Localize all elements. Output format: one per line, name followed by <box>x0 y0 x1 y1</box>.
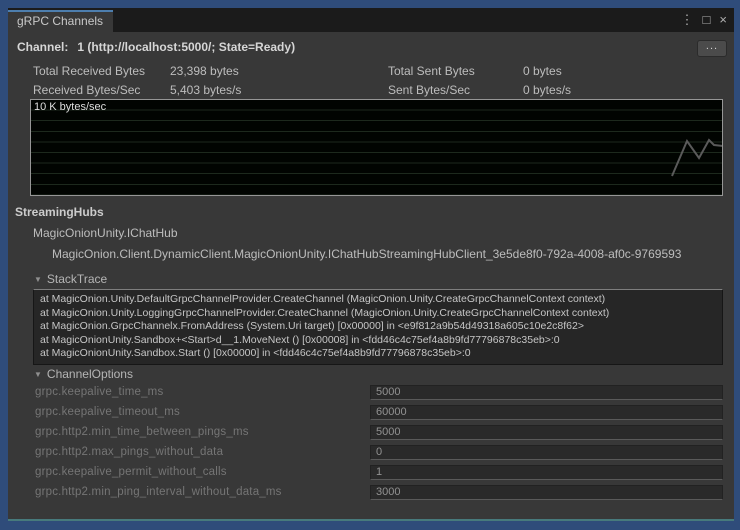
window-controls: ⋮ □ × <box>681 11 727 29</box>
sent-bytes-sec-value: 0 bytes/s <box>523 83 572 97</box>
throughput-graph: 10 K bytes/sec <box>30 99 723 196</box>
streaming-hub-interface: MagicOnionUnity.IChatHub <box>33 226 178 240</box>
option-row: grpc.keepalive_timeout_ms 60000 <box>8 405 734 421</box>
received-bytes-sec-value: 5,403 bytes/s <box>170 83 242 97</box>
stacktrace-line: at MagicOnion.Unity.DefaultGrpcChannelPr… <box>40 293 606 305</box>
option-label: grpc.keepalive_time_ms <box>35 386 164 398</box>
tab-bar: gRPC Channels ⋮ □ × <box>8 8 734 32</box>
channel-header: Channel: 1 (http://localhost:5000/; State… <box>17 40 295 54</box>
total-received-bytes-label: Total Received Bytes <box>33 64 146 78</box>
option-field-min-time-between-pings-ms[interactable]: 5000 <box>370 425 723 440</box>
option-row: grpc.keepalive_time_ms 5000 <box>8 385 734 401</box>
close-icon[interactable]: × <box>719 11 727 29</box>
throughput-sparkline <box>671 138 722 177</box>
option-row: grpc.http2.min_ping_interval_without_dat… <box>8 485 734 501</box>
tab-grpc-channels[interactable]: gRPC Channels <box>8 10 113 32</box>
option-label: grpc.http2.min_time_between_pings_ms <box>35 426 249 438</box>
channel-options-foldout[interactable]: ▼ ChannelOptions <box>34 367 133 381</box>
channel-options-foldout-label: ChannelOptions <box>46 367 133 381</box>
option-field-keepalive-time-ms[interactable]: 5000 <box>370 385 723 400</box>
total-sent-bytes-label: Total Sent Bytes <box>388 64 475 78</box>
foldout-arrow-icon: ▼ <box>34 275 42 284</box>
streaming-hub-client: MagicOnion.Client.DynamicClient.MagicOni… <box>52 247 682 261</box>
stacktrace-foldout[interactable]: ▼ StackTrace <box>34 272 107 286</box>
option-field-keepalive-timeout-ms[interactable]: 60000 <box>370 405 723 420</box>
option-row: grpc.keepalive_permit_without_calls 1 <box>8 465 734 481</box>
option-label: grpc.http2.max_pings_without_data <box>35 446 224 458</box>
total-received-bytes-value: 23,398 bytes <box>170 64 239 78</box>
channel-label: Channel: <box>17 40 69 54</box>
option-label: grpc.keepalive_timeout_ms <box>35 406 180 418</box>
option-row: grpc.http2.max_pings_without_data 0 <box>8 445 734 461</box>
stacktrace-box: at MagicOnion.Unity.DefaultGrpcChannelPr… <box>33 289 723 365</box>
option-label: grpc.http2.min_ping_interval_without_dat… <box>35 486 282 498</box>
channel-value: 1 (http://localhost:5000/; State=Ready) <box>77 40 296 54</box>
channel-more-button[interactable]: ... <box>697 40 727 57</box>
option-field-min-ping-interval-without-data-ms[interactable]: 3000 <box>370 485 723 500</box>
total-sent-bytes-value: 0 bytes <box>523 64 562 78</box>
option-field-max-pings-without-data[interactable]: 0 <box>370 445 723 460</box>
stacktrace-line: at MagicOnionUnity.Sandbox.Start () [0x0… <box>40 347 471 360</box>
stacktrace-line: at MagicOnionUnity.Sandbox+<Start>d__1.M… <box>40 333 560 346</box>
received-bytes-line <box>671 138 722 177</box>
maximize-icon[interactable]: □ <box>703 11 711 29</box>
grpc-channels-window: gRPC Channels ⋮ □ × Channel: 1 (http://lo… <box>8 8 734 521</box>
option-label: grpc.keepalive_permit_without_calls <box>35 466 227 478</box>
option-row: grpc.http2.min_time_between_pings_ms 500… <box>8 425 734 441</box>
option-field-keepalive-permit-without-calls[interactable]: 1 <box>370 465 723 480</box>
kebab-menu-icon[interactable]: ⋮ <box>681 11 694 29</box>
streaming-hubs-title: StreamingHubs <box>15 205 104 219</box>
stacktrace-foldout-label: StackTrace <box>46 272 108 286</box>
stacktrace-line: at MagicOnion.GrpcChannelx.FromAddress (… <box>40 320 584 333</box>
stacktrace-line: at MagicOnion.Unity.LoggingGrpcChannelPr… <box>40 306 610 319</box>
received-bytes-sec-label: Received Bytes/Sec <box>33 83 141 97</box>
foldout-arrow-icon: ▼ <box>34 370 42 379</box>
sent-bytes-sec-label: Sent Bytes/Sec <box>388 83 471 97</box>
